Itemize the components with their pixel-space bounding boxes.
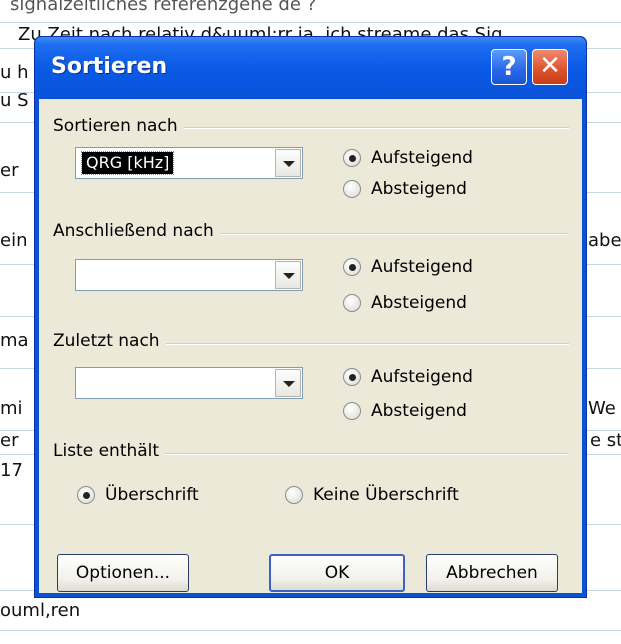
cancel-button-label: Abbrechen	[446, 563, 538, 583]
chevron-down-icon	[283, 273, 295, 279]
last-by-dropdown-button[interactable]	[275, 369, 301, 397]
sheet-cell: ein	[0, 230, 28, 251]
sort-by-dropdown-button[interactable]	[275, 149, 301, 177]
sheet-cell: ouml,ren	[0, 600, 81, 621]
sheet-cell: er	[0, 160, 19, 181]
sort-by-label: Sortieren nach	[53, 116, 184, 136]
radio-checked-icon	[343, 258, 361, 276]
last-by-asc-label: Aufsteigend	[371, 367, 473, 387]
options-button-label: Optionen...	[75, 563, 171, 583]
radio-checked-icon	[77, 486, 95, 504]
sort-by-combo[interactable]: QRG [kHz]	[75, 147, 303, 179]
last-by-desc-label: Absteigend	[371, 401, 467, 421]
sort-by-asc-label: Aufsteigend	[371, 148, 473, 168]
then-by-asc-label: Aufsteigend	[371, 257, 473, 277]
sheet-row: signalzeitliches referenzgene de ?	[0, 0, 621, 23]
radio-unchecked-icon	[343, 402, 361, 420]
dialog-client-area: Sortieren nach QRG [kHz] Aufsteigend Abs…	[39, 99, 582, 593]
chevron-down-icon	[283, 381, 295, 387]
ok-button-label: OK	[324, 563, 350, 583]
list-contains-label: Liste enthält	[53, 441, 166, 461]
sheet-cell: We	[588, 398, 616, 419]
header-radio-label: Überschrift	[105, 485, 199, 505]
sheet-cell: mi	[0, 398, 23, 419]
radio-checked-icon	[343, 149, 361, 167]
then-by-desc-label: Absteigend	[371, 293, 467, 313]
close-button[interactable]: ✕	[532, 49, 568, 85]
close-x-icon: ✕	[539, 51, 561, 81]
cancel-button[interactable]: Abbrechen	[426, 554, 558, 592]
sheet-cell: e st	[590, 430, 621, 451]
radio-unchecked-icon	[343, 294, 361, 312]
sheet-cell: 17	[0, 460, 23, 481]
dialog-titlebar[interactable]: Sortieren ? ✕	[35, 37, 586, 100]
sort-by-combo-value: QRG [kHz]	[80, 151, 175, 175]
sheet-cell: signalzeitliches referenzgene de ?	[10, 0, 317, 15]
radio-checked-icon	[343, 368, 361, 386]
last-by-combo[interactable]	[75, 367, 303, 399]
sheet-cell: u h	[0, 62, 29, 83]
sheet-cell: abe	[588, 230, 621, 251]
dialog-title: Sortieren	[51, 54, 168, 79]
sort-by-desc-label: Absteigend	[371, 179, 467, 199]
no-header-radio-label: Keine Überschrift	[313, 485, 459, 505]
sheet-cell: er	[0, 430, 19, 451]
then-by-combo[interactable]	[75, 259, 303, 291]
options-button[interactable]: Optionen...	[57, 554, 189, 592]
radio-unchecked-icon	[343, 180, 361, 198]
then-by-label: Anschließend nach	[53, 221, 220, 241]
chevron-down-icon	[283, 161, 295, 167]
help-button[interactable]: ?	[491, 49, 527, 85]
sort-dialog: Sortieren ? ✕ Sortieren nach QRG [kHz] A…	[34, 36, 587, 598]
then-by-dropdown-button[interactable]	[275, 261, 301, 289]
radio-unchecked-icon	[285, 486, 303, 504]
last-by-label: Zuletzt nach	[53, 331, 166, 351]
question-mark-icon: ?	[501, 52, 517, 82]
sheet-cell: u S	[0, 90, 29, 111]
ok-button[interactable]: OK	[269, 554, 405, 592]
sheet-cell: ma	[0, 330, 29, 351]
